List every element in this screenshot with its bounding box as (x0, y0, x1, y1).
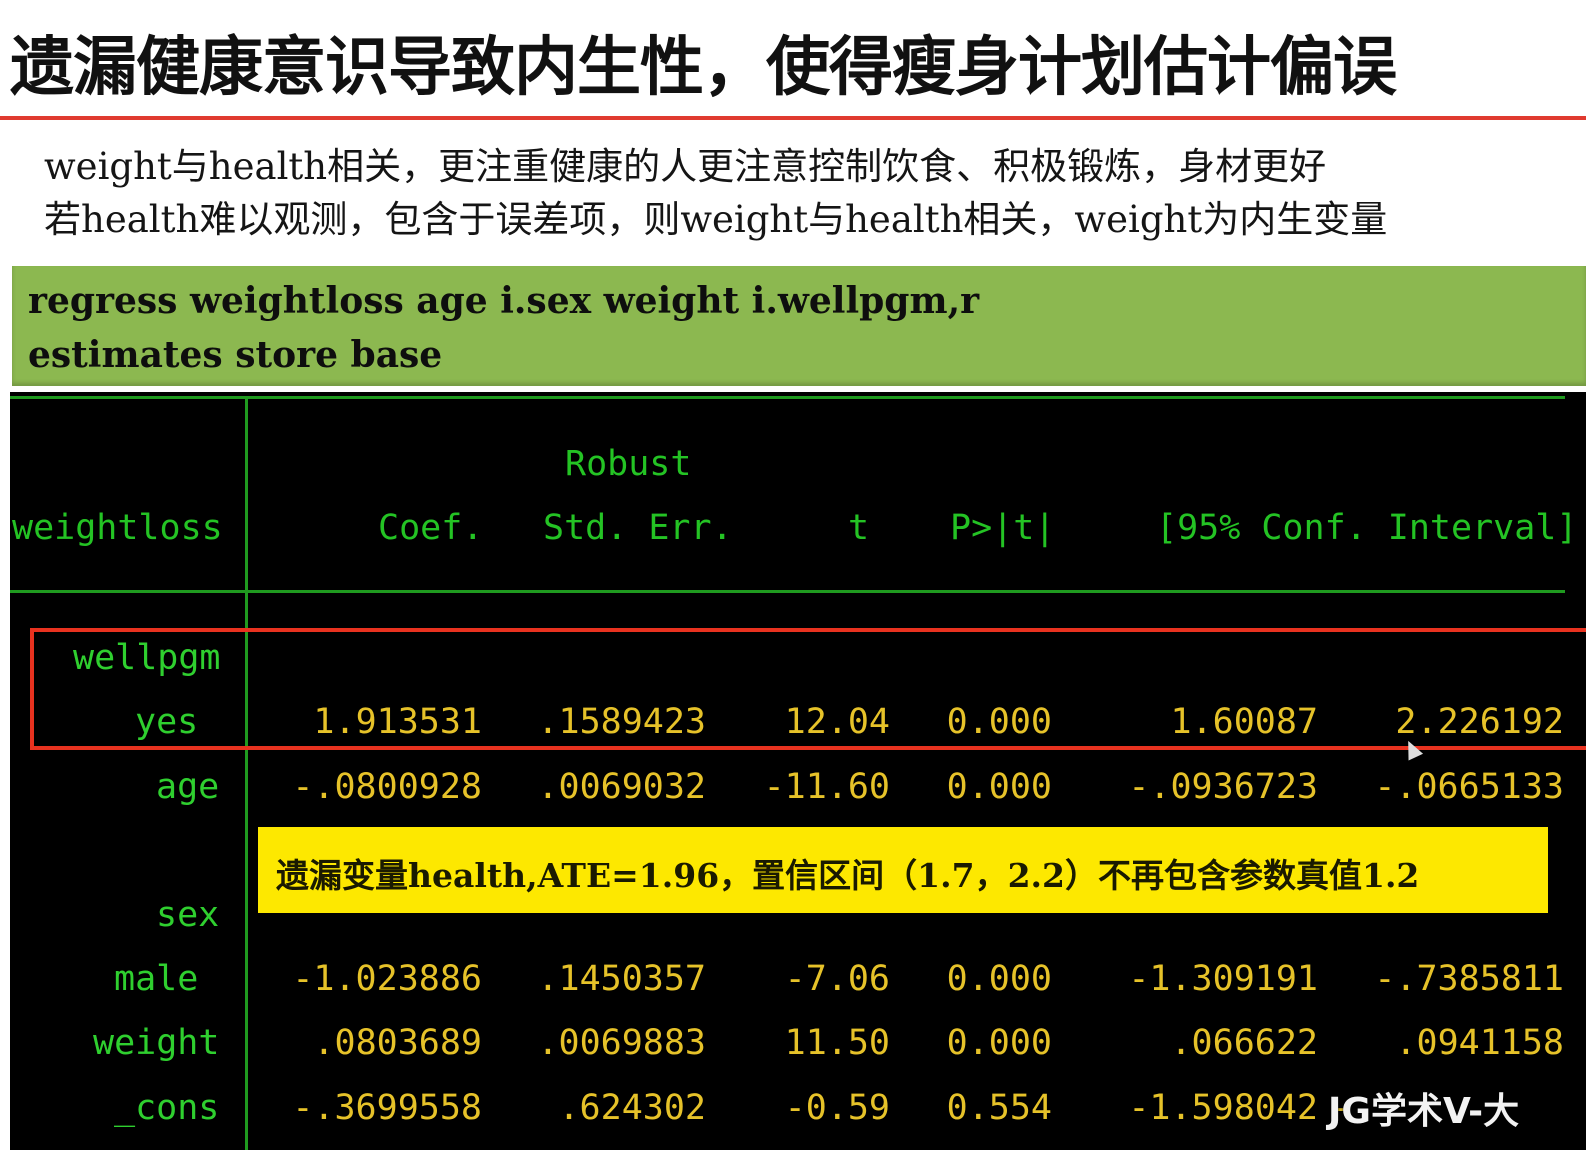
table-header-rule (10, 590, 1565, 593)
row-label-wellpgm: wellpgm (73, 638, 221, 678)
command-regress: regress weightloss age i.sex weight i.we… (28, 280, 980, 322)
header-dep-var: weightloss (12, 508, 223, 548)
male-ci-high: -.7385811 (1374, 959, 1564, 999)
annotation-note-text: 遗漏变量health,ATE=1.96，置信区间（1.7，2.2）不再包含参数真… (276, 856, 1420, 895)
male-coef: -1.023886 (292, 959, 482, 999)
explanation-line-2: 若health难以观测，包含于误差项，则weight与health相关，weig… (44, 198, 1388, 241)
yes-t: 12.04 (784, 702, 890, 742)
row-label-sex: sex (156, 895, 220, 935)
age-t: -11.60 (763, 767, 890, 807)
male-p: 0.000 (946, 959, 1052, 999)
weight-t: 11.50 (784, 1023, 890, 1063)
stata-command-box: regress weightloss age i.sex weight i.we… (12, 266, 1586, 386)
watermark-text: JG学术V-大 (1328, 1091, 1520, 1132)
weight-ci-high: .0941158 (1395, 1023, 1564, 1063)
table-top-rule (10, 396, 1565, 399)
title-underline (0, 116, 1586, 120)
slide-title: 遗漏健康意识导致内生性，使得瘦身计划估计偏误 (10, 31, 1397, 105)
cons-t: -0.59 (784, 1088, 890, 1128)
yes-ci-low: 1.60087 (1170, 702, 1318, 742)
cons-std-err: .624302 (558, 1088, 706, 1128)
row-label-male: male (114, 959, 199, 999)
age-ci-high: -.0665133 (1374, 767, 1564, 807)
cons-coef: -.3699558 (292, 1088, 482, 1128)
annotation-note-box: 遗漏变量health,ATE=1.96，置信区间（1.7，2.2）不再包含参数真… (258, 827, 1548, 913)
age-std-err: .0069032 (537, 767, 706, 807)
header-t: t (848, 508, 870, 548)
row-label-weight: weight (93, 1023, 220, 1063)
age-ci-low: -.0936723 (1128, 767, 1318, 807)
header-coef: Coef. (378, 508, 484, 548)
row-label-age: age (156, 767, 220, 807)
weight-std-err: .0069883 (537, 1023, 706, 1063)
yes-ci-high: 2.226192 (1395, 702, 1564, 742)
male-ci-low: -1.309191 (1128, 959, 1318, 999)
age-p: 0.000 (946, 767, 1052, 807)
header-p-value: P>|t| (950, 508, 1056, 548)
weight-coef: .0803689 (313, 1023, 482, 1063)
row-label-yes: yes (135, 702, 199, 742)
header-robust: Robust (565, 444, 692, 484)
male-std-err: .1450357 (537, 959, 706, 999)
row-label-cons: _cons (114, 1088, 220, 1128)
regression-output-console: Robust weightloss Coef. Std. Err. t P>|t… (10, 392, 1586, 1150)
cons-ci-low: -1.598042 (1128, 1088, 1318, 1128)
explanation-line-1: weight与health相关，更注重健康的人更注意控制饮食、积极锻炼，身材更好 (44, 145, 1327, 188)
table-divider (245, 398, 248, 1150)
age-coef: -.0800928 (292, 767, 482, 807)
yes-p: 0.000 (946, 702, 1052, 742)
yes-coef: 1.913531 (313, 702, 482, 742)
weight-p: 0.000 (946, 1023, 1052, 1063)
cons-p: 0.554 (946, 1088, 1052, 1128)
yes-std-err: .1589423 (537, 702, 706, 742)
header-std-err: Std. Err. (543, 508, 733, 548)
weight-ci-low: .066622 (1170, 1023, 1318, 1063)
header-conf-interval: [95% Conf. Interval] (1156, 508, 1578, 548)
command-estimates-store: estimates store base (28, 334, 443, 376)
male-t: -7.06 (784, 959, 890, 999)
